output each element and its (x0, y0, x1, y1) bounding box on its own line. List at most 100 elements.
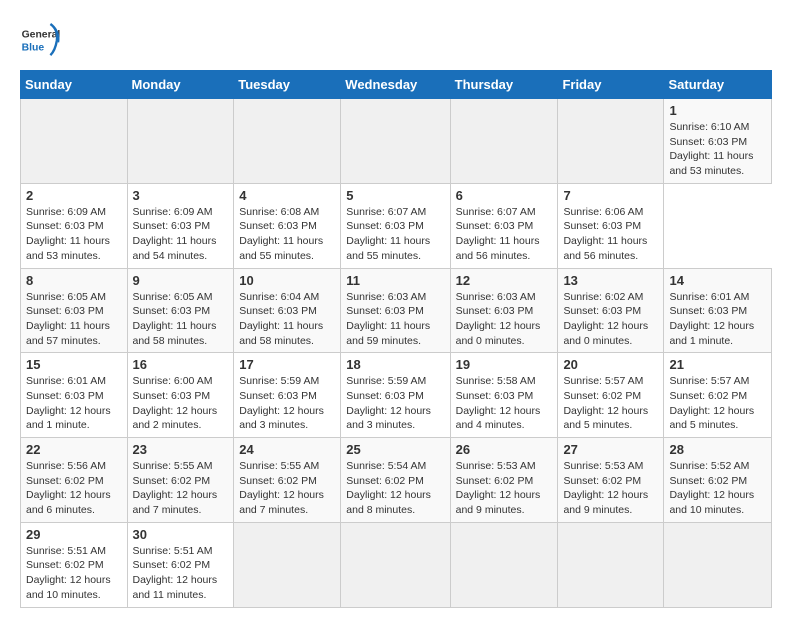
calendar-cell-3: 3Sunrise: 6:09 AMSunset: 6:03 PMDaylight… (127, 183, 234, 268)
calendar-header-friday: Friday (558, 71, 664, 99)
calendar-cell-17: 17 Sunrise: 5:59 AMSunset: 6:03 PMDayligh… (234, 353, 341, 438)
day-number: 21 (669, 357, 766, 372)
calendar-header-thursday: Thursday (450, 71, 558, 99)
calendar-cell-29: 29 Sunrise: 5:51 AMSunset: 6:02 PMDayligh… (21, 522, 128, 607)
day-number: 1 (669, 103, 766, 118)
calendar-cell-empty (664, 522, 772, 607)
day-detail: Sunrise: 6:09 AMSunset: 6:03 PMDaylight:… (26, 205, 122, 264)
page-header: General Blue (20, 20, 772, 60)
day-number: 23 (133, 442, 229, 457)
day-number: 20 (563, 357, 658, 372)
day-detail: Sunrise: 5:55 AMSunset: 6:02 PMDaylight:… (133, 459, 229, 518)
day-number: 4 (239, 188, 335, 203)
day-detail: Sunrise: 6:05 AMSunset: 6:03 PMDaylight:… (26, 290, 122, 349)
calendar-cell-24: 24 Sunrise: 5:55 AMSunset: 6:02 PMDayligh… (234, 438, 341, 523)
day-detail: Sunrise: 5:57 AMSunset: 6:02 PMDaylight:… (563, 374, 658, 433)
calendar-header-saturday: Saturday (664, 71, 772, 99)
calendar-cell-21: 21 Sunrise: 5:57 AMSunset: 6:02 PMDayligh… (664, 353, 772, 438)
day-detail: Sunrise: 5:52 AMSunset: 6:02 PMDaylight:… (669, 459, 766, 518)
day-detail: Sunrise: 6:03 AMSunset: 6:03 PMDaylight:… (456, 290, 553, 349)
day-number: 6 (456, 188, 553, 203)
calendar-cell-8: 8Sunrise: 6:05 AMSunset: 6:03 PMDaylight… (21, 268, 128, 353)
day-detail: Sunrise: 6:00 AMSunset: 6:03 PMDaylight:… (133, 374, 229, 433)
calendar-cell-4: 4 Sunrise: 6:08 AMSunset: 6:03 PMDaylight… (234, 183, 341, 268)
day-detail: Sunrise: 6:10 AMSunset: 6:03 PMDaylight:… (669, 120, 766, 179)
day-number: 25 (346, 442, 444, 457)
day-detail: Sunrise: 6:06 AMSunset: 6:03 PMDaylight:… (563, 205, 658, 264)
calendar-cell-11: 11Sunrise: 6:03 AMSunset: 6:03 PMDayligh… (341, 268, 450, 353)
day-detail: Sunrise: 5:51 AMSunset: 6:02 PMDaylight:… (26, 544, 122, 603)
svg-text:Blue: Blue (22, 42, 45, 53)
calendar-cell-empty (21, 99, 128, 184)
calendar-cell-26: 26Sunrise: 5:53 AMSunset: 6:02 PMDayligh… (450, 438, 558, 523)
calendar-cell-20: 20 Sunrise: 5:57 AMSunset: 6:02 PMDayligh… (558, 353, 664, 438)
calendar-cell-2: 2Sunrise: 6:09 AMSunset: 6:03 PMDaylight… (21, 183, 128, 268)
day-number: 16 (133, 357, 229, 372)
calendar-week-4: 15 Sunrise: 6:01 AMSunset: 6:03 PMDayligh… (21, 353, 772, 438)
day-number: 26 (456, 442, 553, 457)
calendar-cell-empty (234, 522, 341, 607)
calendar-cell-15: 15 Sunrise: 6:01 AMSunset: 6:03 PMDayligh… (21, 353, 128, 438)
calendar-cell-empty (558, 99, 664, 184)
calendar-header-sunday: Sunday (21, 71, 128, 99)
day-number: 15 (26, 357, 122, 372)
day-number: 9 (133, 273, 229, 288)
calendar-cell-23: 23 Sunrise: 5:55 AMSunset: 6:02 PMDayligh… (127, 438, 234, 523)
day-number: 22 (26, 442, 122, 457)
calendar-cell-22: 22 Sunrise: 5:56 AMSunset: 6:02 PMDayligh… (21, 438, 128, 523)
day-detail: Sunrise: 5:59 AMSunset: 6:03 PMDaylight:… (239, 374, 335, 433)
day-number: 24 (239, 442, 335, 457)
day-detail: Sunrise: 5:57 AMSunset: 6:02 PMDaylight:… (669, 374, 766, 433)
calendar-cell-empty (558, 522, 664, 607)
day-number: 18 (346, 357, 444, 372)
day-detail: Sunrise: 5:56 AMSunset: 6:02 PMDaylight:… (26, 459, 122, 518)
day-number: 29 (26, 527, 122, 542)
day-detail: Sunrise: 6:07 AMSunset: 6:03 PMDaylight:… (456, 205, 553, 264)
calendar-cell-13: 13 Sunrise: 6:02 AMSunset: 6:03 PMDayligh… (558, 268, 664, 353)
calendar-cell-6: 6 Sunrise: 6:07 AMSunset: 6:03 PMDaylight… (450, 183, 558, 268)
calendar-cell-10: 10 Sunrise: 6:04 AMSunset: 6:03 PMDayligh… (234, 268, 341, 353)
calendar-header-wednesday: Wednesday (341, 71, 450, 99)
calendar-cell-9: 9 Sunrise: 6:05 AMSunset: 6:03 PMDaylight… (127, 268, 234, 353)
day-number: 17 (239, 357, 335, 372)
day-detail: Sunrise: 6:04 AMSunset: 6:03 PMDaylight:… (239, 290, 335, 349)
calendar-header-tuesday: Tuesday (234, 71, 341, 99)
calendar-cell-5: 5Sunrise: 6:07 AMSunset: 6:03 PMDaylight… (341, 183, 450, 268)
calendar-cell-7: 7 Sunrise: 6:06 AMSunset: 6:03 PMDaylight… (558, 183, 664, 268)
day-detail: Sunrise: 5:54 AMSunset: 6:02 PMDaylight:… (346, 459, 444, 518)
day-detail: Sunrise: 5:51 AMSunset: 6:02 PMDaylight:… (133, 544, 229, 603)
calendar-week-6: 29 Sunrise: 5:51 AMSunset: 6:02 PMDayligh… (21, 522, 772, 607)
day-number: 19 (456, 357, 553, 372)
calendar-cell-empty (341, 522, 450, 607)
calendar-cell-18: 18Sunrise: 5:59 AMSunset: 6:03 PMDayligh… (341, 353, 450, 438)
calendar-cell-empty (341, 99, 450, 184)
day-number: 11 (346, 273, 444, 288)
day-number: 10 (239, 273, 335, 288)
day-number: 14 (669, 273, 766, 288)
calendar-cell-27: 27 Sunrise: 5:53 AMSunset: 6:02 PMDayligh… (558, 438, 664, 523)
calendar-week-3: 8Sunrise: 6:05 AMSunset: 6:03 PMDaylight… (21, 268, 772, 353)
calendar-table: SundayMondayTuesdayWednesdayThursdayFrid… (20, 70, 772, 608)
calendar-cell-19: 19 Sunrise: 5:58 AMSunset: 6:03 PMDayligh… (450, 353, 558, 438)
day-detail: Sunrise: 6:01 AMSunset: 6:03 PMDaylight:… (669, 290, 766, 349)
day-number: 13 (563, 273, 658, 288)
calendar-cell-empty (450, 99, 558, 184)
calendar-week-1: 1 Sunrise: 6:10 AMSunset: 6:03 PMDaylight… (21, 99, 772, 184)
calendar-header-monday: Monday (127, 71, 234, 99)
calendar-cell-empty (234, 99, 341, 184)
svg-text:General: General (22, 30, 60, 41)
day-number: 7 (563, 188, 658, 203)
day-detail: Sunrise: 5:55 AMSunset: 6:02 PMDaylight:… (239, 459, 335, 518)
day-detail: Sunrise: 6:08 AMSunset: 6:03 PMDaylight:… (239, 205, 335, 264)
day-detail: Sunrise: 6:05 AMSunset: 6:03 PMDaylight:… (133, 290, 229, 349)
day-detail: Sunrise: 6:07 AMSunset: 6:03 PMDaylight:… (346, 205, 444, 264)
day-detail: Sunrise: 5:53 AMSunset: 6:02 PMDaylight:… (563, 459, 658, 518)
day-detail: Sunrise: 6:01 AMSunset: 6:03 PMDaylight:… (26, 374, 122, 433)
day-number: 12 (456, 273, 553, 288)
calendar-cell-30: 30Sunrise: 5:51 AMSunset: 6:02 PMDayligh… (127, 522, 234, 607)
day-detail: Sunrise: 6:09 AMSunset: 6:03 PMDaylight:… (133, 205, 229, 264)
day-number: 27 (563, 442, 658, 457)
calendar-week-5: 22 Sunrise: 5:56 AMSunset: 6:02 PMDayligh… (21, 438, 772, 523)
day-detail: Sunrise: 5:58 AMSunset: 6:03 PMDaylight:… (456, 374, 553, 433)
day-detail: Sunrise: 6:02 AMSunset: 6:03 PMDaylight:… (563, 290, 658, 349)
